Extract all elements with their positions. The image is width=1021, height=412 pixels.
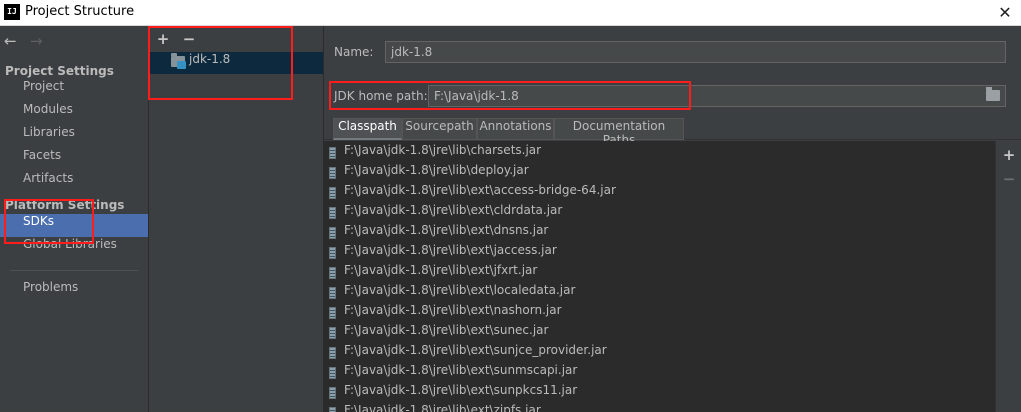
classpath-entry: F:\Java\jdk-1.8\jre\lib\ext\access-bridg… xyxy=(344,183,616,197)
classpath-row[interactable]: F:\Java\jdk-1.8\jre\lib\ext\nashorn.jar xyxy=(324,303,995,323)
classpath-row[interactable]: F:\Java\jdk-1.8\jre\lib\ext\access-bridg… xyxy=(324,183,995,203)
nav-item-modules[interactable]: Modules xyxy=(0,102,148,125)
window-title: Project Structure xyxy=(25,4,135,19)
classpath-row[interactable]: F:\Java\jdk-1.8\jre\lib\ext\jfxrt.jar xyxy=(324,263,995,283)
platform-settings-heading: Platform Settings xyxy=(5,198,125,212)
jdk-home-path-field[interactable]: F:\Java\jdk-1.8 xyxy=(428,85,1006,107)
intellij-app-icon: IJ xyxy=(4,4,20,20)
browse-folder-icon[interactable] xyxy=(986,87,1000,101)
nav-item-artifacts[interactable]: Artifacts xyxy=(0,171,148,194)
classpath-row[interactable]: F:\Java\jdk-1.8\jre\lib\ext\sunmscapi.ja… xyxy=(324,363,995,383)
classpath-toolbar: + − xyxy=(995,141,1021,412)
name-field[interactable]: jdk-1.8 xyxy=(385,41,1006,63)
sdk-detail-panel: Name: jdk-1.8 JDK home path: F:\Java\jdk… xyxy=(324,26,1021,412)
classpath-row[interactable]: F:\Java\jdk-1.8\jre\lib\ext\dnsns.jar xyxy=(324,223,995,243)
tab-sourcepath[interactable]: Sourcepath xyxy=(402,118,477,140)
jar-icon xyxy=(329,327,336,339)
classpath-row[interactable]: F:\Java\jdk-1.8\jre\lib\charsets.jar xyxy=(324,143,995,163)
remove-sdk-button[interactable]: − xyxy=(180,30,198,48)
add-sdk-button[interactable]: + xyxy=(154,30,172,48)
classpath-entry: F:\Java\jdk-1.8\jre\lib\ext\jfxrt.jar xyxy=(344,263,538,277)
nav-item-global-libraries[interactable]: Global Libraries xyxy=(0,237,148,260)
jar-icon xyxy=(329,347,336,359)
jdk-folder-icon xyxy=(171,53,186,69)
classpath-entry: F:\Java\jdk-1.8\jre\lib\ext\dnsns.jar xyxy=(344,223,549,237)
back-arrow-icon[interactable]: ← xyxy=(4,32,17,50)
project-structure-window: IJ Project Structure ✕ ← → Project Setti… xyxy=(0,0,1021,412)
jar-icon xyxy=(329,267,336,279)
classpath-row[interactable]: F:\Java\jdk-1.8\jre\lib\ext\sunpkcs11.ja… xyxy=(324,383,995,403)
classpath-row[interactable]: F:\Java\jdk-1.8\jre\lib\ext\sunjce_provi… xyxy=(324,343,995,363)
add-classpath-button[interactable]: + xyxy=(1000,146,1018,164)
sdk-item-label: jdk-1.8 xyxy=(189,52,231,66)
classpath-row[interactable]: F:\Java\jdk-1.8\jre\lib\ext\jaccess.jar xyxy=(324,243,995,263)
path-tabs: Classpath Sourcepath Annotations Documen… xyxy=(324,118,1021,147)
classpath-entry: F:\Java\jdk-1.8\jre\lib\ext\sunjce_provi… xyxy=(344,343,607,357)
classpath-row[interactable]: F:\Java\jdk-1.8\jre\lib\ext\localedata.j… xyxy=(324,283,995,303)
nav-separator xyxy=(10,270,138,271)
classpath-entry: F:\Java\jdk-1.8\jre\lib\ext\localedata.j… xyxy=(344,283,576,297)
jar-icon xyxy=(329,387,336,399)
jar-icon xyxy=(329,227,336,239)
classpath-row[interactable]: F:\Java\jdk-1.8\jre\lib\ext\zipfs.jar xyxy=(324,403,995,412)
nav-item-facets[interactable]: Facets xyxy=(0,148,148,171)
jar-icon xyxy=(329,207,336,219)
jar-icon xyxy=(329,247,336,259)
classpath-row[interactable]: F:\Java\jdk-1.8\jre\lib\deploy.jar xyxy=(324,163,995,183)
nav-item-sdks[interactable]: SDKs xyxy=(0,214,148,237)
classpath-entry: F:\Java\jdk-1.8\jre\lib\ext\cldrdata.jar xyxy=(344,203,563,217)
forward-arrow-icon[interactable]: → xyxy=(30,32,43,50)
classpath-entry: F:\Java\jdk-1.8\jre\lib\ext\zipfs.jar xyxy=(344,403,541,412)
classpath-entry: F:\Java\jdk-1.8\jre\lib\ext\jaccess.jar xyxy=(344,243,557,257)
settings-navigation: ← → Project Settings Project Modules Lib… xyxy=(0,26,149,412)
nav-item-problems[interactable]: Problems xyxy=(0,280,148,303)
jar-icon xyxy=(329,147,336,159)
classpath-row[interactable]: F:\Java\jdk-1.8\jre\lib\ext\sunec.jar xyxy=(324,323,995,343)
classpath-entry: F:\Java\jdk-1.8\jre\lib\ext\nashorn.jar xyxy=(344,303,562,317)
nav-item-libraries[interactable]: Libraries xyxy=(0,125,148,148)
remove-classpath-button[interactable]: − xyxy=(1000,170,1018,188)
jdk-home-path-label: JDK home path: xyxy=(334,89,428,103)
title-bar: IJ Project Structure ✕ xyxy=(0,0,1021,26)
sdk-list-panel: + − jdk-1.8 xyxy=(150,26,324,412)
jar-icon xyxy=(329,287,336,299)
nav-item-project[interactable]: Project xyxy=(0,79,148,102)
classpath-entry: F:\Java\jdk-1.8\jre\lib\deploy.jar xyxy=(344,163,529,177)
classpath-row[interactable]: F:\Java\jdk-1.8\jre\lib\ext\cldrdata.jar xyxy=(324,203,995,223)
jar-icon xyxy=(329,187,336,199)
classpath-entry: F:\Java\jdk-1.8\jre\lib\ext\sunpkcs11.ja… xyxy=(344,383,578,397)
classpath-entry: F:\Java\jdk-1.8\jre\lib\charsets.jar xyxy=(344,143,542,157)
classpath-entry: F:\Java\jdk-1.8\jre\lib\ext\sunmscapi.ja… xyxy=(344,363,578,377)
classpath-entry: F:\Java\jdk-1.8\jre\lib\ext\sunec.jar xyxy=(344,323,549,337)
close-icon[interactable]: ✕ xyxy=(995,3,1015,23)
tab-documentation-paths[interactable]: Documentation Paths xyxy=(554,118,684,147)
name-label: Name: xyxy=(334,45,374,59)
tab-annotations[interactable]: Annotations xyxy=(477,118,554,140)
classpath-list[interactable]: F:\Java\jdk-1.8\jre\lib\charsets.jar F:\J… xyxy=(324,141,995,412)
project-settings-heading: Project Settings xyxy=(5,64,114,78)
jdk-home-path-value: F:\Java\jdk-1.8 xyxy=(434,89,519,103)
jar-icon xyxy=(329,407,336,412)
jar-icon xyxy=(329,307,336,319)
jar-icon xyxy=(329,367,336,379)
sdk-item-jdk[interactable]: jdk-1.8 xyxy=(150,52,323,74)
tab-classpath[interactable]: Classpath xyxy=(333,118,402,140)
jar-icon xyxy=(329,167,336,179)
